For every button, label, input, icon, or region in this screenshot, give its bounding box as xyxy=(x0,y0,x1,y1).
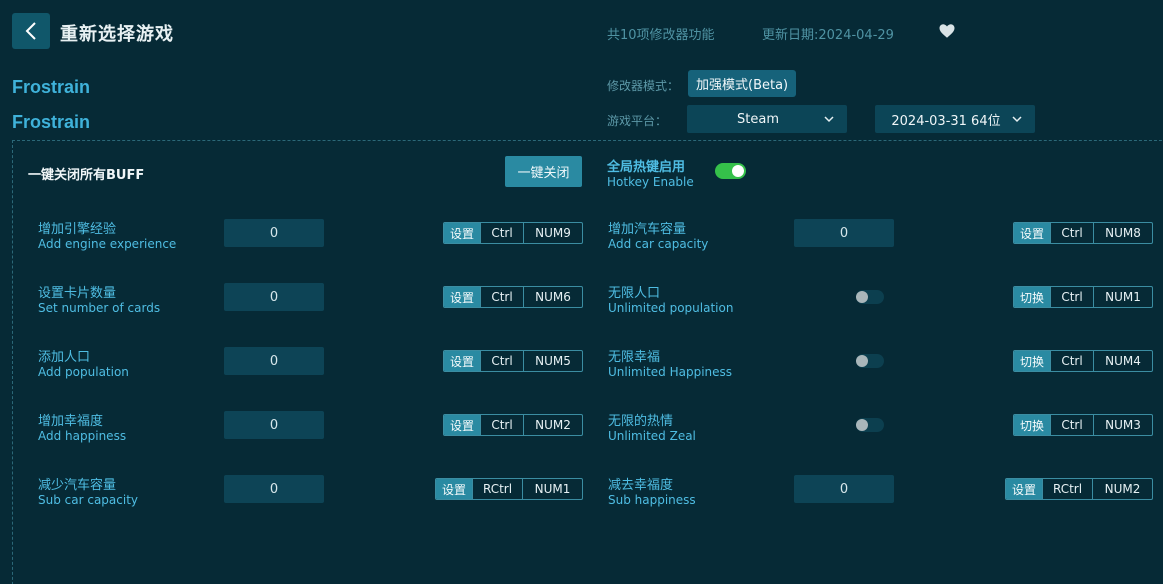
platform-value: Steam xyxy=(737,111,779,127)
hotkey-group: 设置 Ctrl NUM8 xyxy=(1013,222,1153,244)
feature-toggle[interactable] xyxy=(856,418,884,432)
option-subtitle: Unlimited population xyxy=(608,301,734,315)
game-name: Frostrain xyxy=(12,77,91,97)
version-value: 2024-03-31 64位 xyxy=(891,113,1001,129)
modifier-key[interactable]: RCtrl xyxy=(1042,479,1092,499)
toggle-button[interactable]: 切换 xyxy=(1014,287,1050,307)
option-title: 无限的热情 xyxy=(608,414,674,429)
chevron-down-icon xyxy=(1012,116,1022,123)
toggle-button[interactable]: 切换 xyxy=(1014,415,1050,435)
set-button[interactable]: 设置 xyxy=(444,287,480,307)
option-subtitle: Sub happiness xyxy=(608,493,696,507)
mode-badge[interactable]: 加强模式(Beta) xyxy=(688,70,797,97)
hotkey[interactable]: NUM8 xyxy=(1093,223,1152,243)
modifier-key[interactable]: Ctrl xyxy=(1050,223,1093,243)
option-subtitle: Add happiness xyxy=(38,429,127,443)
page-title: 重新选择游戏 xyxy=(60,24,174,45)
value-input[interactable]: 0 xyxy=(224,347,324,375)
game-name-secondary: Frostrain xyxy=(12,112,91,132)
hotkey[interactable]: NUM6 xyxy=(523,287,582,307)
modifier-key[interactable]: Ctrl xyxy=(480,223,523,243)
modifier-key[interactable]: Ctrl xyxy=(1050,351,1093,371)
heart-icon[interactable] xyxy=(938,22,956,40)
option-title: 添加人口 xyxy=(38,350,91,365)
value-input[interactable]: 0 xyxy=(224,219,324,247)
feature-count: 共10项修改器功能 xyxy=(607,28,715,43)
hotkey-group: 设置 Ctrl NUM6 xyxy=(443,286,583,308)
set-button[interactable]: 设置 xyxy=(1006,479,1042,499)
value-input[interactable]: 0 xyxy=(794,475,894,503)
modifier-key[interactable]: Ctrl xyxy=(1050,287,1093,307)
option-title: 减少汽车容量 xyxy=(38,478,117,493)
value-input[interactable]: 0 xyxy=(224,283,324,311)
hotkey[interactable]: NUM5 xyxy=(523,351,582,371)
set-button[interactable]: 设置 xyxy=(436,479,472,499)
hotkey-group: 切换 Ctrl NUM1 xyxy=(1013,286,1153,308)
modifier-key[interactable]: Ctrl xyxy=(1050,415,1093,435)
option-subtitle: Sub car capacity xyxy=(38,493,139,507)
hotkey-group: 设置 Ctrl NUM5 xyxy=(443,350,583,372)
hotkey-enable-label: 全局热键启用 xyxy=(607,160,686,175)
version-select[interactable]: 2024-03-31 64位 xyxy=(875,105,1035,133)
hotkey-group: 设置 RCtrl NUM2 xyxy=(1005,478,1153,500)
modifier-key[interactable]: RCtrl xyxy=(472,479,522,499)
chevron-down-icon xyxy=(824,116,834,123)
hotkey-group: 设置 RCtrl NUM1 xyxy=(435,478,583,500)
option-subtitle: Add population xyxy=(38,365,129,379)
toggle-button[interactable]: 切换 xyxy=(1014,351,1050,371)
set-button[interactable]: 设置 xyxy=(444,351,480,371)
close-all-button[interactable]: 一键关闭 xyxy=(505,156,582,187)
hotkey[interactable]: NUM1 xyxy=(522,479,582,499)
close-all-buff-label: 一键关闭所有BUFF xyxy=(28,168,145,183)
modifier-key[interactable]: Ctrl xyxy=(480,415,523,435)
platform-select[interactable]: Steam xyxy=(687,105,847,133)
value-input[interactable]: 0 xyxy=(224,475,324,503)
hotkey[interactable]: NUM4 xyxy=(1093,351,1152,371)
option-title: 设置卡片数量 xyxy=(38,286,117,301)
option-subtitle: Add car capacity xyxy=(608,237,709,251)
mode-label: 修改器模式： xyxy=(607,79,680,93)
option-subtitle: Set number of cards xyxy=(38,301,161,315)
hotkey-enable-toggle[interactable] xyxy=(715,163,746,179)
option-subtitle: Add engine experience xyxy=(38,237,177,251)
feature-toggle[interactable] xyxy=(856,290,884,304)
option-title: 减去幸福度 xyxy=(608,478,674,493)
hotkey-group: 设置 Ctrl NUM9 xyxy=(443,222,583,244)
hotkey-enable-sublabel: Hotkey Enable xyxy=(607,175,694,189)
option-title: 无限幸福 xyxy=(608,350,661,365)
option-title: 增加引擎经验 xyxy=(38,222,117,237)
hotkey[interactable]: NUM3 xyxy=(1093,415,1152,435)
value-input[interactable]: 0 xyxy=(794,219,894,247)
hotkey-group: 设置 Ctrl NUM2 xyxy=(443,414,583,436)
back-button[interactable] xyxy=(12,13,50,49)
hotkey[interactable]: NUM2 xyxy=(523,415,582,435)
platform-label: 游戏平台： xyxy=(607,114,668,128)
option-subtitle: Unlimited Happiness xyxy=(608,365,733,379)
hotkey[interactable]: NUM2 xyxy=(1092,479,1152,499)
set-button[interactable]: 设置 xyxy=(444,415,480,435)
options-panel xyxy=(12,140,1163,584)
option-subtitle: Unlimited Zeal xyxy=(608,429,696,443)
hotkey[interactable]: NUM9 xyxy=(523,223,582,243)
hotkey-group: 切换 Ctrl NUM4 xyxy=(1013,350,1153,372)
chevron-left-icon xyxy=(25,22,36,40)
update-date: 更新日期:2024-04-29 xyxy=(762,28,894,43)
option-title: 无限人口 xyxy=(608,286,661,301)
modifier-key[interactable]: Ctrl xyxy=(480,287,523,307)
hotkey[interactable]: NUM1 xyxy=(1093,287,1152,307)
set-button[interactable]: 设置 xyxy=(1014,223,1050,243)
feature-toggle[interactable] xyxy=(856,354,884,368)
option-title: 增加汽车容量 xyxy=(608,222,687,237)
option-title: 增加幸福度 xyxy=(38,414,104,429)
modifier-key[interactable]: Ctrl xyxy=(480,351,523,371)
value-input[interactable]: 0 xyxy=(224,411,324,439)
set-button[interactable]: 设置 xyxy=(444,223,480,243)
hotkey-group: 切换 Ctrl NUM3 xyxy=(1013,414,1153,436)
